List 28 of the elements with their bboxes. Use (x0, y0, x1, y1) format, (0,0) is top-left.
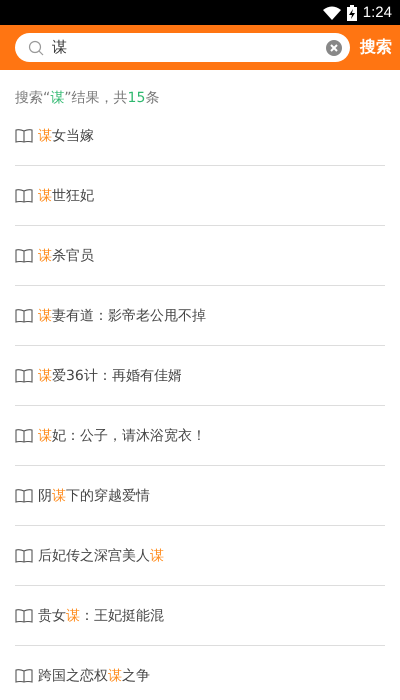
result-item[interactable]: 阴谋下的穿越爱情 (15, 466, 385, 526)
result-item[interactable]: 谋女当嫁 (15, 106, 385, 166)
search-input[interactable]: 谋 (52, 38, 318, 56)
book-icon (15, 188, 33, 202)
result-item[interactable]: 谋妻有道：影帝老公甩不掉 (15, 286, 385, 346)
book-icon (15, 248, 33, 262)
clear-icon[interactable] (326, 40, 342, 56)
result-item[interactable]: 后妃传之深宫美人谋 (15, 526, 385, 586)
result-item[interactable]: 跨国之恋权谋之争 (15, 646, 385, 700)
book-icon (15, 668, 33, 682)
search-field[interactable]: 谋 (15, 33, 350, 62)
book-icon (15, 368, 33, 382)
book-icon (15, 488, 33, 502)
result-item[interactable]: 谋世狂妃 (15, 166, 385, 226)
book-icon (15, 548, 33, 562)
search-icon (28, 40, 44, 56)
result-item[interactable]: 谋杀官员 (15, 226, 385, 286)
book-icon (15, 308, 33, 322)
wifi-icon (322, 6, 341, 20)
battery-icon (346, 4, 357, 20)
result-item[interactable]: 谋爱36计：再婚有佳婿 (15, 346, 385, 406)
result-item[interactable]: 谋妃：公子，请沐浴宽衣！ (15, 406, 385, 466)
status-time: 1:24 (362, 4, 392, 21)
results-summary: 搜索“谋”结果，共15条 (15, 90, 160, 106)
book-icon (15, 128, 33, 142)
result-item[interactable]: 贵女谋：王妃挺能混 (15, 586, 385, 646)
book-icon (15, 608, 33, 622)
book-icon (15, 428, 33, 442)
